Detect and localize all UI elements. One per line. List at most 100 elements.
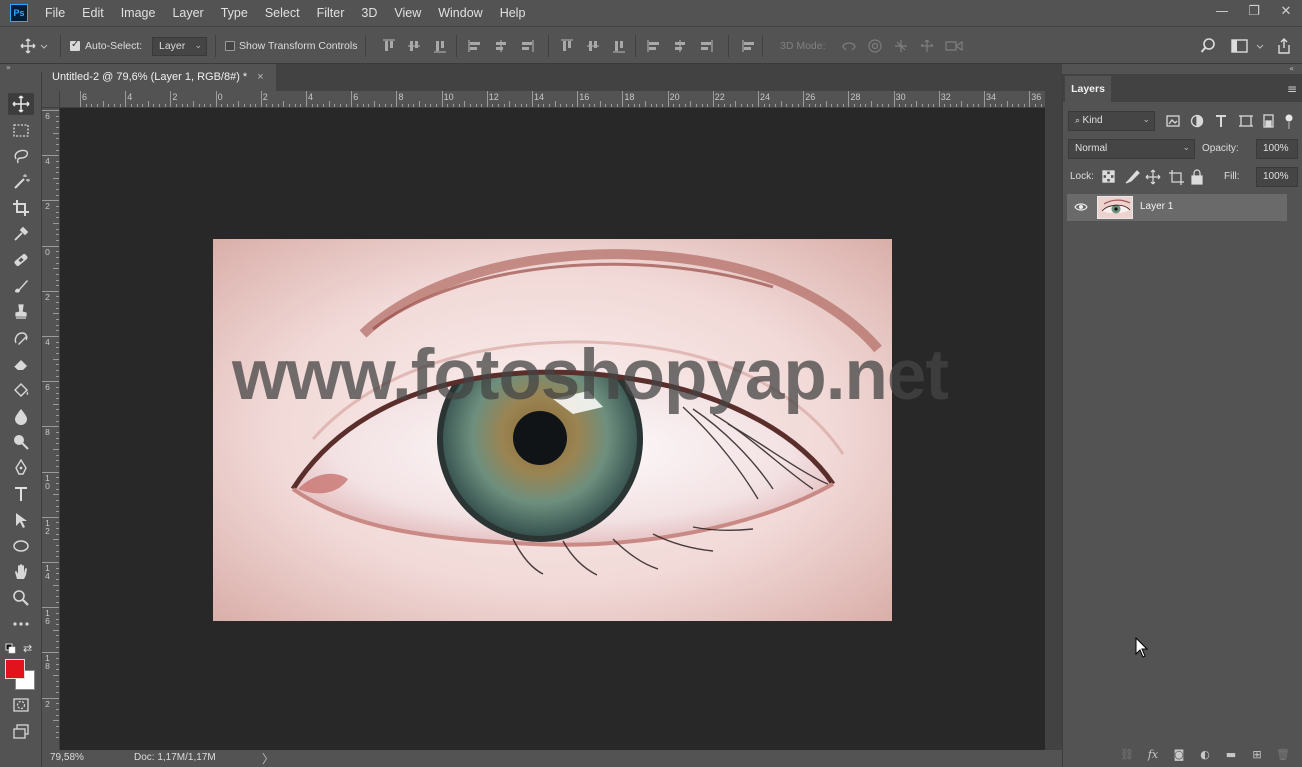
auto-select-target-dropdown[interactable]: Layer ⌄ <box>152 37 207 56</box>
workspace-icon[interactable] <box>1231 38 1267 57</box>
new-group-icon[interactable]: ▬ <box>1223 747 1239 763</box>
menu-select[interactable]: Select <box>256 6 308 20</box>
menu-edit[interactable]: Edit <box>73 6 112 20</box>
menu-image[interactable]: Image <box>112 6 164 20</box>
layer-name[interactable]: Layer 1 <box>1140 201 1173 212</box>
align-icon[interactable] <box>646 38 662 54</box>
swap-colors-icon[interactable]: ⇄ <box>23 642 32 655</box>
ruler-minor-tick <box>56 194 59 196</box>
move-tool-icon[interactable] <box>8 93 34 115</box>
align-icon[interactable] <box>672 38 688 54</box>
align-icon[interactable] <box>381 38 397 54</box>
menu-3d[interactable]: 3D <box>352 6 385 20</box>
new-layer-icon[interactable]: ⊞ <box>1249 747 1265 763</box>
status-menu-arrow-icon[interactable]: 〉 <box>262 750 274 767</box>
history-brush-tool-icon[interactable] <box>8 327 34 349</box>
menu-window[interactable]: Window <box>429 6 490 20</box>
layer-row[interactable]: Layer 1 <box>1067 194 1287 221</box>
search-icon[interactable] <box>1200 38 1216 57</box>
screen-mode-icon[interactable] <box>8 720 34 742</box>
foreground-color-swatch[interactable] <box>5 659 25 679</box>
ruler-minor-tick <box>198 104 200 107</box>
align-icon[interactable] <box>585 38 601 54</box>
link-layers-icon[interactable]: ⛓ <box>1119 747 1135 763</box>
menu-filter[interactable]: Filter <box>308 6 353 20</box>
horizontal-ruler[interactable]: 6 4 2 0 2 4 6 8 10 12 14 16 18 20 22 24 26 28 30 32 34 36 <box>60 91 1070 108</box>
fill-input[interactable]: 100% ⌄ <box>1256 167 1298 187</box>
close-tab-icon[interactable]: × <box>257 64 263 91</box>
dodge-tool-icon[interactable] <box>8 431 34 453</box>
paint-bucket-tool-icon[interactable] <box>8 379 34 401</box>
close-button[interactable]: ✕ <box>1270 0 1302 22</box>
align-icon[interactable] <box>406 38 422 54</box>
ruler-minor-tick <box>56 386 59 388</box>
crop-tool-icon[interactable] <box>8 197 34 219</box>
align-icon[interactable] <box>741 38 757 54</box>
ruler-minor-tick <box>628 104 630 107</box>
path-selection-tool-icon[interactable] <box>8 509 34 531</box>
ruler-minor-tick <box>1023 104 1025 107</box>
blur-tool-icon[interactable] <box>8 405 34 427</box>
menu-layer[interactable]: Layer <box>163 6 211 20</box>
hand-tool-icon[interactable] <box>8 561 34 583</box>
align-icon[interactable] <box>559 38 575 54</box>
lasso-tool-icon[interactable] <box>8 145 34 167</box>
more-tools-icon[interactable] <box>8 613 34 635</box>
minimize-button[interactable]: — <box>1206 0 1238 22</box>
zoom-tool-icon[interactable] <box>8 587 34 609</box>
layers-tab[interactable]: Layers <box>1065 76 1111 102</box>
canvas-image[interactable] <box>213 239 892 621</box>
quick-mask-icon[interactable] <box>8 694 34 716</box>
menu-help[interactable]: Help <box>491 6 534 20</box>
ruler-tick-label: 34 <box>986 92 997 102</box>
magic-wand-tool-icon[interactable] <box>8 171 34 193</box>
ruler-minor-tick <box>56 319 59 321</box>
align-icon[interactable] <box>493 38 509 54</box>
menu-view[interactable]: View <box>385 6 429 20</box>
delete-layer-icon[interactable]: 🗑 <box>1275 747 1291 763</box>
vertical-scrollbar[interactable] <box>1045 91 1062 750</box>
ruler-minor-tick <box>1017 104 1019 107</box>
type-tool-icon[interactable] <box>8 483 34 505</box>
align-icon[interactable] <box>698 38 714 54</box>
brush-tool-icon[interactable] <box>8 275 34 297</box>
move-tool-preset-icon[interactable] <box>20 38 48 57</box>
panel-collapse-icon[interactable]: « <box>1062 64 1302 74</box>
zoom-level[interactable]: 79,58% <box>50 752 84 763</box>
pen-tool-icon[interactable] <box>8 457 34 479</box>
vertical-ruler[interactable]: 6 4 2 0 2 4 6 8 10 12 14 16 18 2 <box>42 108 60 750</box>
adjustment-layer-icon[interactable]: ◐ <box>1197 747 1213 763</box>
default-colors-icon[interactable] <box>5 643 17 658</box>
toolbar-collapse-icon[interactable]: » <box>0 64 42 72</box>
menu-type[interactable]: Type <box>212 6 256 20</box>
clone-stamp-tool-icon[interactable] <box>8 301 34 323</box>
auto-select-checkbox[interactable] <box>70 39 80 51</box>
visibility-eye-icon[interactable] <box>1074 200 1088 214</box>
eraser-tool-icon[interactable] <box>8 353 34 375</box>
align-icon[interactable] <box>611 38 627 54</box>
add-mask-icon[interactable]: ◙ <box>1171 747 1187 763</box>
ruler-tick <box>848 91 850 107</box>
menu-file[interactable]: File <box>36 6 73 20</box>
layer-style-fx-icon[interactable]: fx <box>1145 747 1161 763</box>
opacity-input[interactable]: 100% ⌄ <box>1256 139 1298 159</box>
blend-mode-dropdown[interactable]: Normal ⌄ <box>1068 139 1195 159</box>
align-icon[interactable] <box>432 38 448 54</box>
ruler-minor-tick <box>356 104 358 107</box>
healing-brush-tool-icon[interactable] <box>8 249 34 271</box>
ellipse-tool-icon[interactable] <box>8 535 34 557</box>
align-icon[interactable] <box>519 38 535 54</box>
align-icon[interactable] <box>467 38 483 54</box>
layer-filter-dropdown[interactable]: ⌕ Kind ⌄ <box>1068 111 1155 131</box>
document-tab[interactable]: Untitled-2 @ 79,6% (Layer 1, RGB/8#) * × <box>42 64 276 91</box>
show-transform-checkbox[interactable] <box>225 41 235 51</box>
restore-button[interactable]: ❐ <box>1238 0 1270 22</box>
share-icon[interactable] <box>1276 37 1292 58</box>
ruler-minor-tick <box>718 104 720 107</box>
marquee-tool-icon[interactable] <box>8 119 34 141</box>
ruler-minor-tick <box>56 465 59 467</box>
ruler-origin[interactable] <box>42 91 60 108</box>
ruler-minor-tick <box>56 420 59 422</box>
eyedropper-tool-icon[interactable] <box>8 223 34 245</box>
panel-menu-icon[interactable]: ≡ <box>1287 82 1297 96</box>
